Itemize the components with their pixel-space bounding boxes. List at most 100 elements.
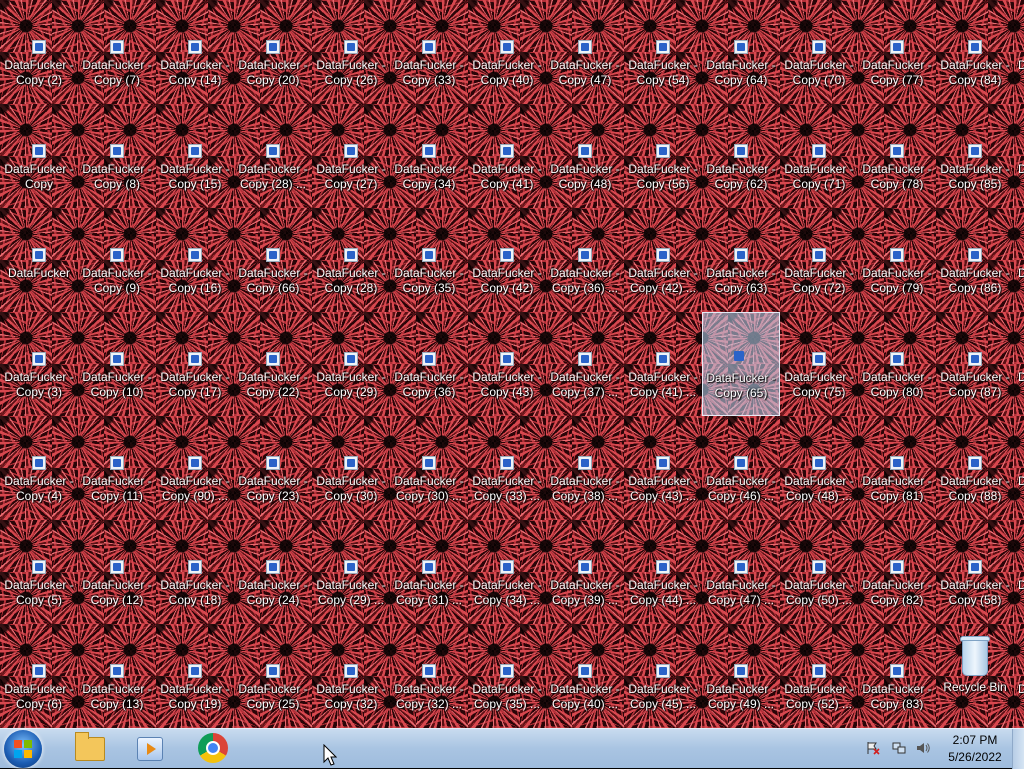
desktop-shortcut[interactable]: DataFucker - Copy (12) — [78, 520, 156, 624]
desktop-shortcut[interactable]: DataFucker - Copy (29) — [312, 312, 390, 416]
taskbar-button-google-chrome[interactable] — [190, 731, 236, 767]
desktop-shortcut[interactable]: DataFucker - Copy (45) ... — [624, 624, 702, 728]
taskbar-button-windows-explorer[interactable] — [65, 731, 111, 767]
desktop-shortcut[interactable]: DataFucker - Copy (75) — [780, 312, 858, 416]
desktop-shortcut[interactable]: DataFucker - Copy (6) — [0, 624, 78, 728]
desktop-shortcut[interactable]: DataFucker - Copy (27) — [312, 104, 390, 208]
desktop-shortcut[interactable]: DataFucker - Copy (30) ... — [390, 416, 468, 520]
desktop-shortcut[interactable]: DataFucker - Copy (82) — [858, 520, 936, 624]
desktop-shortcut[interactable]: DataFucker - Copy (43) — [468, 312, 546, 416]
desktop-shortcut[interactable]: DataFucker - Copy (34) ... — [468, 520, 546, 624]
desktop-shortcut[interactable]: DataFucker - Copy (63) — [702, 208, 780, 312]
desktop-shortcut[interactable]: DataFucker - Copy (62) — [702, 104, 780, 208]
desktop-shortcut[interactable]: DataFucker - Copy (66) — [234, 208, 312, 312]
desktop-shortcut[interactable]: DataFucker - Copy (41) — [468, 104, 546, 208]
desktop-shortcut[interactable]: DataFucker - Copy (58) — [936, 520, 1014, 624]
desktop-shortcut[interactable]: DataFucker - Copy (50) ... — [780, 520, 858, 624]
desktop-shortcut[interactable]: DataFucker - Copy (64) — [702, 0, 780, 104]
desktop-shortcut[interactable]: DataFucker - Copy (41) ... — [624, 312, 702, 416]
desktop-shortcut[interactable]: DataFucker - Copy (36) ... — [546, 208, 624, 312]
desktop-shortcut[interactable]: DataFucker - Copy (20) — [234, 0, 312, 104]
action-center-flag-icon[interactable] — [866, 741, 880, 755]
desktop-shortcut[interactable]: DataFucker - Copy (23) — [234, 416, 312, 520]
desktop-shortcut[interactable]: DataFucker - Copy (30) — [312, 416, 390, 520]
desktop-shortcut[interactable]: DataFucker - Copy (48) — [546, 104, 624, 208]
desktop-shortcut[interactable]: DataFucker - Copy (26) — [312, 0, 390, 104]
desktop-shortcut[interactable]: DataFucker - Copy (77) — [858, 0, 936, 104]
desktop-shortcut[interactable]: DataFucker - Copy (33) — [390, 0, 468, 104]
desktop-shortcut[interactable]: DataFucker - Copy (34) — [390, 104, 468, 208]
desktop-shortcut[interactable]: DataFucker - Copy (40) — [468, 0, 546, 104]
desktop-shortcut[interactable]: DataFucker - Copy (17) — [156, 312, 234, 416]
desktop-shortcut[interactable]: DataFucker - Copy (19) — [156, 624, 234, 728]
desktop-shortcut[interactable]: DataFucker - Copy (87) — [936, 312, 1014, 416]
desktop-shortcut[interactable]: DataFucker - Copy (35) ... — [468, 624, 546, 728]
desktop-shortcut[interactable]: DataFucker - Copy (32) — [312, 624, 390, 728]
desktop-shortcut[interactable]: DataFucker - Copy (83) — [858, 624, 936, 728]
desktop-shortcut[interactable]: DataFucker - Copy (43) ... — [624, 416, 702, 520]
desktop-shortcut[interactable]: DataFucker - Copy (79) — [858, 208, 936, 312]
taskbar-button-windows-media-player[interactable] — [125, 731, 171, 767]
desktop-shortcut[interactable]: DataFucker - Copy (8) — [78, 104, 156, 208]
volume-icon[interactable] — [916, 741, 930, 755]
desktop-shortcut[interactable]: DataFucker - Copy (88) — [936, 416, 1014, 520]
desktop-shortcut[interactable]: DataFucker - Copy (13) — [78, 624, 156, 728]
desktop-shortcut[interactable]: DataFucker - Copy (4) — [0, 416, 78, 520]
desktop-shortcut[interactable]: DataFucker - Copy (14) — [156, 0, 234, 104]
desktop-shortcut[interactable]: DataFucker - Copy (80) — [858, 312, 936, 416]
desktop-shortcut[interactable]: DataFucker - Copy (24) — [234, 520, 312, 624]
desktop-shortcut[interactable]: DataFucker - Copy (46) ... — [702, 416, 780, 520]
desktop-shortcut[interactable]: DataFucker - Copy (5) — [0, 520, 78, 624]
desktop-shortcut[interactable]: DataFucker - Copy (56) — [624, 104, 702, 208]
desktop-shortcut[interactable]: DataFucker - Copy (39) ... — [546, 520, 624, 624]
desktop-shortcut[interactable]: DataFucker - Copy (52) ... — [780, 624, 858, 728]
desktop-shortcut[interactable]: DataFucker - Copy (29) ... — [312, 520, 390, 624]
desktop-shortcut[interactable]: DataFucker - Copy (28) ... — [234, 104, 312, 208]
desktop-shortcut[interactable]: DataFucker - Copy (54) — [624, 0, 702, 104]
desktop-shortcut[interactable]: DataFucker - Copy (28) — [312, 208, 390, 312]
recycle-bin-icon-item[interactable]: Recycle Bin — [936, 624, 1014, 728]
desktop-shortcut[interactable]: DataFucker - Copy (40) ... — [546, 624, 624, 728]
desktop-shortcut[interactable]: DataFucker - Copy (22) — [234, 312, 312, 416]
desktop[interactable]: DataFucker - Copy (2) DataFucker - Copy Da… — [0, 0, 1024, 728]
desktop-shortcut[interactable]: DataFucker - Copy (84) — [936, 0, 1014, 104]
desktop-shortcut[interactable]: DataFucker - Copy (72) — [780, 208, 858, 312]
desktop-shortcut[interactable]: DataFucker - Copy (49) ... — [702, 624, 780, 728]
desktop-shortcut[interactable]: DataFucker - Copy (70) — [780, 0, 858, 104]
system-clock[interactable]: 2:07 PM 5/26/2022 — [940, 732, 1010, 766]
desktop-shortcut[interactable]: DataFucker - Copy (71) — [780, 104, 858, 208]
desktop-shortcut[interactable]: DataFucker - Copy — [0, 104, 78, 208]
desktop-shortcut[interactable]: DataFucker - Copy (35) — [390, 208, 468, 312]
desktop-shortcut[interactable]: DataFucker - Copy (85) — [936, 104, 1014, 208]
desktop-shortcut[interactable]: DataFucker - Copy (18) — [156, 520, 234, 624]
desktop-shortcut[interactable]: DataFucker - Copy (32) ... — [390, 624, 468, 728]
network-icon[interactable] — [892, 741, 906, 755]
desktop-shortcut[interactable]: DataFucker - Copy (44) ... — [624, 520, 702, 624]
desktop-shortcut[interactable]: DataFucker - Copy (42) ... — [624, 208, 702, 312]
desktop-shortcut[interactable]: DataFucker - Copy (42) — [468, 208, 546, 312]
desktop-shortcut[interactable]: DataFucker - Copy (37) ... — [546, 312, 624, 416]
desktop-shortcut[interactable]: DataFucker - Copy (48) ... — [780, 416, 858, 520]
start-button[interactable] — [4, 730, 42, 768]
desktop-shortcut[interactable]: DataFucker - Copy (47) — [546, 0, 624, 104]
desktop-shortcut[interactable]: DataFucker - Copy (2) — [0, 0, 78, 104]
desktop-shortcut[interactable]: DataFucker — [0, 208, 78, 312]
show-desktop-button[interactable] — [1012, 729, 1024, 769]
desktop-shortcut[interactable]: DataFucker - Copy (47) ... — [702, 520, 780, 624]
desktop-shortcut[interactable]: DataFucker - Copy (9) — [78, 208, 156, 312]
desktop-shortcut[interactable]: DataFucker - Copy (31) ... — [390, 520, 468, 624]
desktop-shortcut[interactable]: DataFucker - Copy (10) — [78, 312, 156, 416]
desktop-shortcut[interactable]: DataFucker - Copy (36) — [390, 312, 468, 416]
desktop-shortcut[interactable]: DataFucker - Copy (81) — [858, 416, 936, 520]
desktop-shortcut[interactable]: DataFucker - Copy (11) — [78, 416, 156, 520]
desktop-shortcut[interactable]: DataFucker - Copy (38) ... — [546, 416, 624, 520]
desktop-shortcut[interactable]: DataFucker - Copy (33) ... — [468, 416, 546, 520]
desktop-shortcut[interactable]: DataFucker - Copy (86) — [936, 208, 1014, 312]
desktop-shortcut[interactable]: DataFucker - Copy (65) — [702, 312, 780, 416]
desktop-shortcut[interactable]: DataFucker - Copy (16) — [156, 208, 234, 312]
desktop-shortcut[interactable]: DataFucker - Copy (15) — [156, 104, 234, 208]
desktop-shortcut[interactable]: DataFucker - Copy (3) — [0, 312, 78, 416]
desktop-shortcut[interactable]: DataFucker - Copy (78) — [858, 104, 936, 208]
desktop-shortcut[interactable]: DataFucker - Copy (25) — [234, 624, 312, 728]
desktop-shortcut[interactable]: DataFucker - Copy (90) ... — [156, 416, 234, 520]
